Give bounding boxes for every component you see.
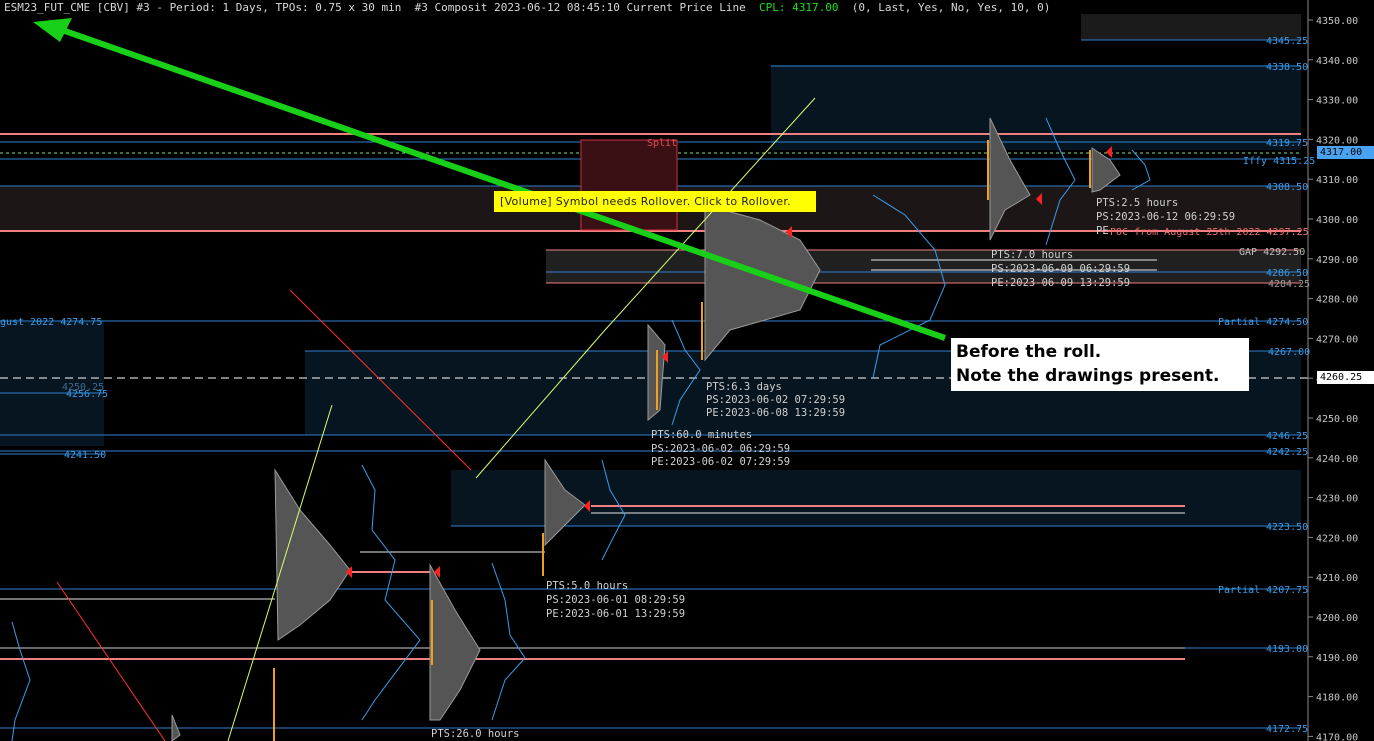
level-4223-label: 4223.50 [1266, 522, 1308, 533]
current-price-tag: 4317.00 [1317, 146, 1374, 159]
price-tick-label: 4320.00 [1316, 135, 1358, 146]
price-tick-label: 4290.00 [1316, 255, 1358, 266]
level-4284-label: 4284.25 [1268, 279, 1310, 290]
price-tick-label: 4330.00 [1316, 96, 1358, 107]
zone-low-blue [451, 470, 1301, 526]
note-line2: Note the drawings present. [956, 366, 1220, 386]
p3-line3: PE:2023-06-09 13:29:59 [991, 277, 1130, 289]
price-tick-label: 4340.00 [1316, 56, 1358, 67]
iffy-label: Iffy 4315.25 [1243, 156, 1315, 167]
level-4193-label: 4193.00 [1266, 644, 1308, 655]
p3-line2: PS:2023-06-09 06:29:59 [991, 263, 1130, 275]
price-tick-label: 4310.00 [1316, 175, 1358, 186]
level-4338-label: 4338.50 [1266, 62, 1308, 73]
level-4286-label: 4286.50 [1266, 268, 1308, 279]
split-label: Split [647, 138, 677, 149]
p5-line1: PTS:5.0 hours [546, 580, 628, 592]
p3-line1: PTS:7.0 hours [991, 249, 1073, 261]
price-tick-label: 4210.00 [1316, 573, 1358, 584]
zone-upper-blue [771, 65, 1301, 150]
chart-header: ESM23_FUT_CME [CBV] #3 - Period: 1 Days,… [4, 1, 1050, 14]
zone-gap [546, 250, 1301, 283]
level-4250-label: 4250.25 [62, 382, 104, 393]
p5-line2: PS:2023-06-01 08:29:59 [546, 594, 685, 606]
p4-line3: PE [1096, 225, 1109, 237]
poc-aug-label: POC from August 25th 2022 4297.25 [1110, 227, 1309, 238]
price-tick-label: 4280.00 [1316, 295, 1358, 306]
level-4319-label: 4319.75 [1266, 138, 1308, 149]
price-tick-label: 4270.00 [1316, 334, 1358, 345]
p2-line1: PTS:60.0 minutes [651, 429, 752, 441]
price-tick-label: 4200.00 [1316, 613, 1358, 624]
partial-bottom-label: Partial 4207.75 [1218, 585, 1308, 596]
p4-line2: PS:2023-06-12 06:29:59 [1096, 211, 1235, 223]
p5-line3: PE:2023-06-01 13:29:59 [546, 608, 685, 620]
header-params: (0, Last, Yes, No, Yes, 10, 0) [838, 1, 1051, 14]
level-4242-label: 4242.25 [1266, 447, 1308, 458]
price-tick-label: 4250.00 [1316, 414, 1358, 425]
note-line1: Before the roll. [956, 342, 1102, 362]
price-tick-label: 4350.00 [1316, 16, 1358, 27]
level-4267-label: 4267.00 [1268, 347, 1310, 358]
p4-line1: PTS:2.5 hours [1096, 197, 1178, 209]
p6-line1: PTS:26.0 hours [431, 728, 520, 740]
p1-line1: PTS:6.3 days [706, 381, 782, 393]
level-4308-label: 4308.50 [1266, 182, 1308, 193]
partial-top-label: Partial 4274.50 [1218, 317, 1308, 328]
p2-line3: PE:2023-06-02 07:29:59 [651, 456, 790, 468]
p2-line2: PS:2023-06-02 06:29:59 [651, 443, 790, 455]
level-4172-label: 4172.75 [1266, 724, 1308, 735]
cpl-label: CPL: 4317.00 [758, 1, 839, 14]
price-tick-label: 4230.00 [1316, 494, 1358, 505]
rollover-button[interactable]: [Volume] Symbol needs Rollover. Click to… [494, 191, 816, 212]
gap-label: GAP 4292.50 [1239, 247, 1305, 258]
level-4345-label: 4345.25 [1266, 36, 1308, 47]
price-tick-label: 4220.00 [1316, 533, 1358, 544]
crosshair-price-tag: 4260.25 [1317, 371, 1374, 384]
price-tick-label: 4170.00 [1316, 732, 1358, 741]
header-text: ESM23_FUT_CME [CBV] #3 - Period: 1 Days,… [4, 1, 759, 14]
annotation-note[interactable]: Before the roll. Note the drawings prese… [951, 338, 1249, 391]
level-4246-label: 4246.25 [1266, 431, 1308, 442]
left-aug-label: gust 2022 4274.75 [0, 317, 102, 328]
price-tick-label: 4240.00 [1316, 454, 1358, 465]
p1-line3: PE:2023-06-08 13:29:59 [706, 407, 845, 419]
price-tick-label: 4300.00 [1316, 215, 1358, 226]
p1-line2: PS:2023-06-02 07:29:59 [706, 394, 845, 406]
price-tick-label: 4190.00 [1316, 653, 1358, 664]
price-tick-label: 4180.00 [1316, 693, 1358, 704]
level-4241-label: 4241.50 [64, 450, 106, 461]
